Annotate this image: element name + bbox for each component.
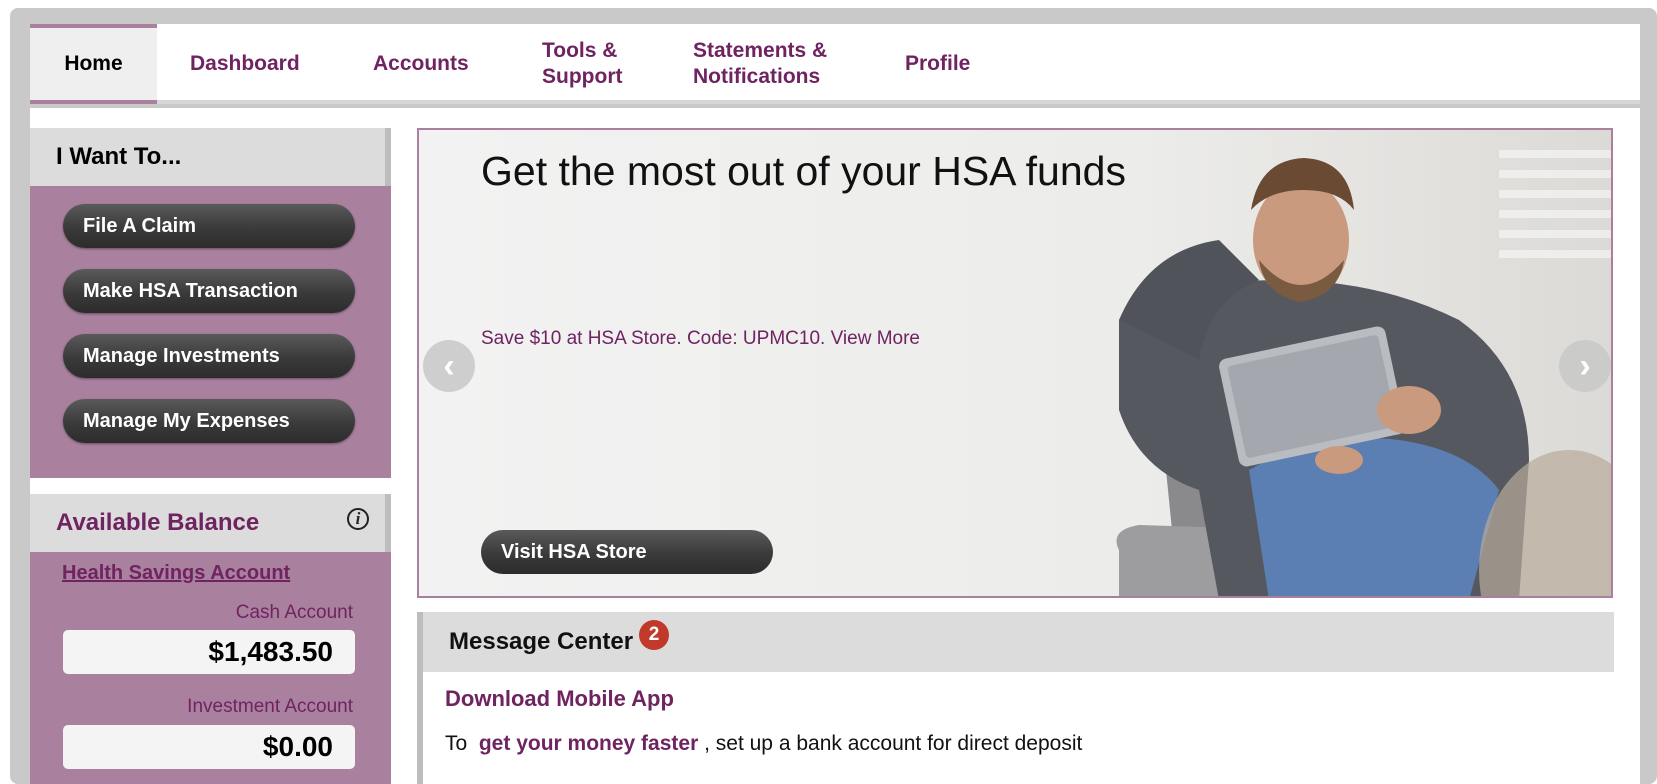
i-want-to-panel: I Want To... File A Claim Make HSA Trans…	[30, 128, 391, 478]
promo-banner: Get the most out of your HSA funds Save …	[417, 128, 1613, 598]
info-icon[interactable]: i	[347, 508, 369, 530]
available-balance-panel: Available Balance i Health Savings Accou…	[30, 494, 391, 784]
download-mobile-app-link[interactable]: Download Mobile App	[445, 686, 674, 712]
health-savings-account-link[interactable]: Health Savings Account	[62, 562, 290, 585]
tab-dashboard[interactable]: Dashboard	[190, 24, 350, 104]
make-hsa-transaction-button[interactable]: Make HSA Transaction	[63, 269, 355, 313]
main-nav: Home Dashboard Accounts Tools & Support …	[30, 24, 1640, 104]
tab-home[interactable]: Home	[30, 24, 157, 104]
message-count-badge: 2	[639, 620, 670, 650]
manage-expenses-button[interactable]: Manage My Expenses	[63, 399, 355, 443]
banner-title: Get the most out of your HSA funds	[481, 148, 1126, 194]
tab-statements-notifications[interactable]: Statements & Notifications	[693, 24, 863, 104]
tab-accounts[interactable]: Accounts	[373, 24, 513, 104]
tab-tools-support[interactable]: Tools & Support	[542, 24, 652, 104]
direct-deposit-message: To get your money faster , set up a bank…	[445, 732, 1082, 756]
message-center-heading: Message Center 2	[417, 612, 1614, 672]
available-balance-heading: Available Balance	[30, 494, 391, 552]
manage-investments-button[interactable]: Manage Investments	[63, 334, 355, 378]
promo-link[interactable]: Save $10 at HSA Store. Code: UPMC10. Vie…	[481, 328, 920, 350]
tab-profile[interactable]: Profile	[905, 24, 1005, 104]
cash-account-value: $1,483.50	[63, 630, 355, 674]
message-prefix: To	[445, 732, 468, 755]
message-center-title: Message Center	[449, 628, 634, 655]
message-list: Download Mobile App To get your money fa…	[417, 672, 1614, 784]
get-money-faster-link[interactable]: get your money faster	[479, 732, 698, 755]
man-with-tablet-photo	[419, 130, 1611, 596]
chevron-left-icon[interactable]: ‹	[423, 340, 475, 392]
cash-account-label: Cash Account	[235, 602, 353, 623]
i-want-to-heading: I Want To...	[30, 128, 391, 186]
investment-account-value: $0.00	[63, 725, 355, 769]
message-suffix: , set up a bank account for direct depos…	[704, 732, 1083, 755]
chevron-right-icon[interactable]: ›	[1559, 340, 1611, 392]
available-balance-title: Available Balance	[56, 509, 260, 536]
investment-account-label: Investment Account	[187, 696, 353, 717]
file-claim-button[interactable]: File A Claim	[63, 204, 355, 248]
visit-hsa-store-button[interactable]: Visit HSA Store	[481, 530, 773, 574]
